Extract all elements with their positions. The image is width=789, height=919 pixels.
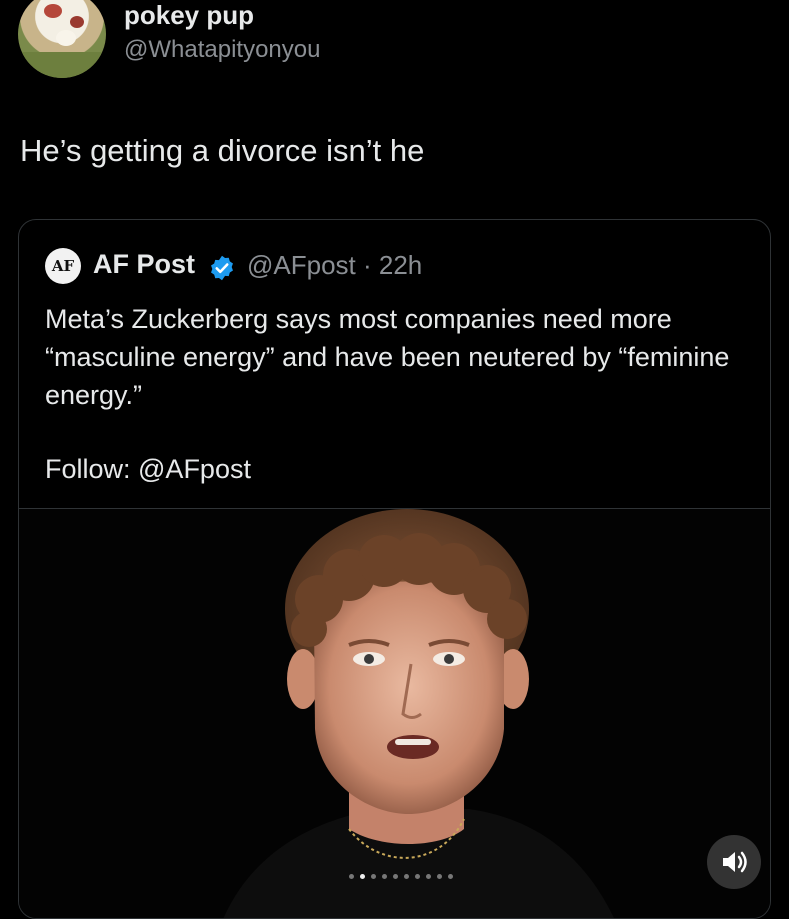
tweet-text: He’s getting a divorce isn’t he xyxy=(20,133,425,168)
quoted-text: Meta’s Zuckerberg says most companies ne… xyxy=(45,304,730,410)
quoted-tweet-card[interactable]: AF AF Post @AFpost · 22h Meta’s Zuckerbe… xyxy=(18,219,771,919)
person-photo xyxy=(223,509,614,918)
speaker-icon[interactable] xyxy=(707,835,761,889)
carousel-indicator xyxy=(349,874,453,879)
verified-badge-icon xyxy=(211,255,233,281)
user-avatar[interactable] xyxy=(18,0,106,78)
quoted-follow-line: Follow: @AFpost xyxy=(45,454,251,484)
quoted-display-name[interactable]: AF Post xyxy=(93,249,195,280)
display-name[interactable]: pokey pup xyxy=(124,0,254,31)
quoted-avatar[interactable]: AF xyxy=(45,248,81,284)
quoted-handle-time[interactable]: @AFpost · 22h xyxy=(247,250,422,281)
user-handle[interactable]: @Whatapityonyou xyxy=(124,36,320,64)
media-video[interactable] xyxy=(19,508,770,918)
